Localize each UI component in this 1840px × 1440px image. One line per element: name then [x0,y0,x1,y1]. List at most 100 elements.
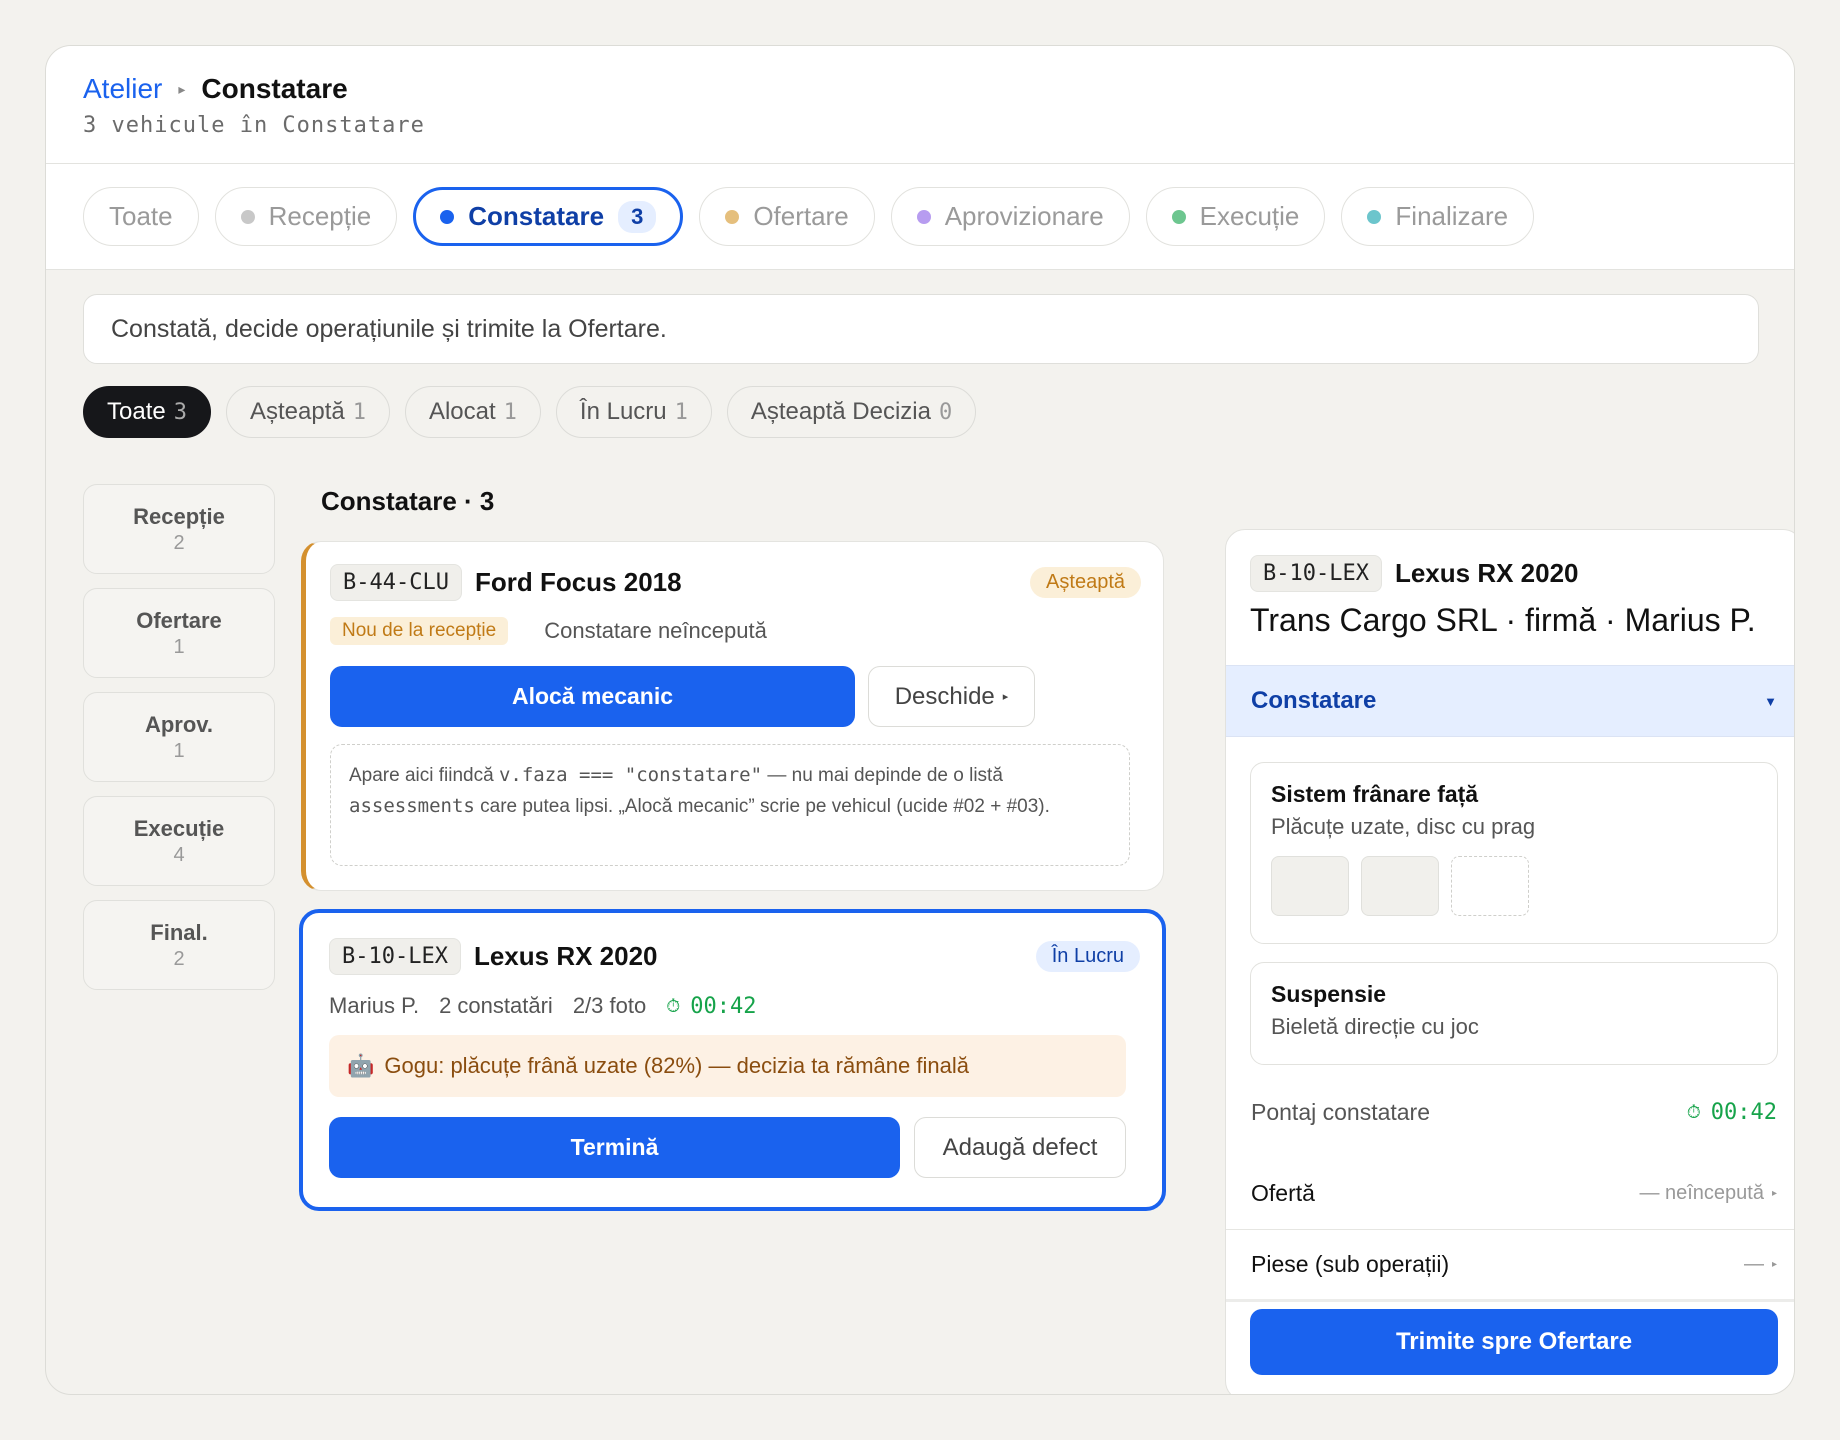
column-title: Constatare · 3 [321,486,495,516]
phase-rail: Recepție 2 Ofertare 1 Aprov. 1 Execuție 4 Fi… [83,484,275,1004]
filter-asteapta-decizia[interactable]: Așteaptă Decizia 0 [726,386,977,438]
filter-count: 1 [352,399,366,425]
ai-suggestion: 🤖 Gogu: plăcuțe frână uzate (82%) — deci… [329,1035,1126,1097]
status-dot-icon [240,209,255,224]
page-subtitle: 3 vehicule în Constatare [83,113,425,138]
tab-receptie[interactable]: Recepție [214,187,398,246]
photo-thumbnail[interactable] [1271,856,1349,916]
note-text: — nu mai depinde de o listă [762,765,1003,786]
rail-item-label: Execuție [133,815,225,841]
photo-strip [1271,856,1757,916]
filter-alocat[interactable]: Alocat 1 [404,386,541,438]
tab-aprovizionare[interactable]: Aprovizionare [890,187,1130,246]
rail-item-aprov[interactable]: Aprov. 1 [83,692,275,782]
rail-item-receptie[interactable]: Recepție 2 [83,484,275,574]
rail-item-label: Ofertare [136,607,222,633]
tab-label: Constatare [468,201,605,231]
parts-value: — [1743,1253,1764,1275]
tab-label: Finalizare [1395,201,1509,231]
rail-item-count: 2 [173,531,185,554]
add-photo-slot[interactable] [1451,856,1529,916]
tab-ofertare[interactable]: Ofertare [699,187,875,246]
offer-label: Ofertă [1251,1180,1315,1206]
rail-item-count: 1 [173,635,185,658]
photo-thumbnail[interactable] [1361,856,1439,916]
ai-suggestion-text: Gogu: plăcuțe frână uzate (82%) — decizi… [384,1053,969,1078]
parts-label: Piese (sub operații) [1251,1251,1450,1277]
filter-label: Așteaptă [249,398,345,425]
filter-count: 0 [938,399,953,425]
rail-item-count: 2 [173,947,185,970]
tab-count-badge: 3 [618,200,657,233]
vehicle-card-selected[interactable]: B-10-LEX Lexus RX 2020 În Lucru Marius P… [299,909,1166,1211]
filter-toate[interactable]: Toate 3 [83,386,211,438]
stopwatch-icon: ⏱ [1686,1101,1701,1122]
filter-label: Alocat [428,398,496,425]
stopwatch-icon: ⏱ [666,995,681,1016]
rail-item-label: Final. [150,919,208,945]
rail-item-final[interactable]: Final. 2 [83,900,275,990]
page-title: Constatare [201,73,348,104]
vehicle-title: Lexus RX 2020 [473,941,658,971]
status-dot-icon [725,209,740,224]
operation-title: Suspensie [1271,981,1387,1007]
status-dot-icon [916,209,931,224]
page-header: Atelier ▸ Constatare 3 vehicule în Const… [46,46,1794,164]
assessment-timer: ⏱ 00:42 [1687,1100,1777,1125]
add-defect-button[interactable]: Adaugă defect [914,1117,1126,1178]
section-toggle-constatare[interactable]: Constatare ▼ [1226,665,1794,737]
client-info: Trans Cargo SRL · firmă · Marius P. [1250,602,1756,638]
operation-description: Bieletă direcție cu joc [1271,1014,1479,1039]
tab-label: Recepție [268,201,372,231]
section-title: Constatare [1251,687,1377,714]
send-to-offer-button[interactable]: Trimite spre Ofertare [1250,1309,1778,1375]
tab-toate[interactable]: Toate [83,187,199,246]
parts-row[interactable]: Piese (sub operații) — ▸ [1226,1230,1794,1302]
assessment-state: Constatare neîncepută [544,618,767,643]
rail-item-ofertare[interactable]: Ofertare 1 [83,588,275,678]
filter-label: Așteaptă Decizia [750,398,931,425]
license-plate: B-10-LEX [329,938,461,975]
tab-constatare[interactable]: Constatare 3 [413,187,684,246]
rail-item-executie[interactable]: Execuție 4 [83,796,275,886]
vehicle-title: Ford Focus 2018 [474,567,682,597]
offer-row[interactable]: Ofertă — neîncepută ▸ [1226,1158,1794,1230]
parts-status: — ▸ [1744,1253,1777,1276]
operation-description: Plăcuțe uzate, disc cu prag [1271,814,1536,839]
filter-count: 1 [503,399,517,425]
tab-finalizare[interactable]: Finalizare [1341,187,1535,246]
chevron-down-icon: ▼ [1764,693,1777,709]
timer-label: Pontaj constatare [1251,1098,1431,1125]
offer-value: — neîncepută [1639,1182,1764,1204]
open-button[interactable]: Deschide ▸ [868,666,1035,727]
filter-asteapta[interactable]: Așteaptă 1 [225,386,390,438]
tab-executie[interactable]: Execuție [1145,187,1326,246]
vehicle-detail-panel: B-10-LEX Lexus RX 2020 Trans Cargo SRL ·… [1225,529,1794,1394]
filter-in-lucru[interactable]: În Lucru 1 [555,386,712,438]
rail-item-label: Aprov. [144,711,214,737]
status-badge: Așteaptă [1030,567,1141,598]
chevron-right-icon: ▸ [1771,1259,1777,1270]
chevron-right-icon: ▸ [1771,1188,1777,1199]
rail-item-label: Recepție [133,503,225,529]
breadcrumb-root-link[interactable]: Atelier [83,73,162,105]
operation-card[interactable]: Suspensie Bieletă direcție cu joc [1250,962,1778,1065]
status-dot-icon [440,209,455,224]
phase-tabs: Toate Recepție Constatare 3 Ofertare Apro… [46,164,1794,270]
photo-count: 2/3 foto [572,993,647,1018]
explanation-note: Apare aici fiindcă v.faza === "constatar… [330,744,1130,866]
open-button-label: Deschide [894,682,995,710]
vehicle-title: Lexus RX 2020 [1394,558,1579,588]
tab-label: Toate [109,201,173,231]
assessment-timer: ⏱ 00:42 [666,994,756,1019]
operation-card[interactable]: Sistem frânare față Plăcuțe uzate, disc … [1250,762,1778,944]
license-plate: B-44-CLU [330,564,462,601]
assign-mechanic-button[interactable]: Alocă mecanic [330,666,855,727]
vehicle-card[interactable]: B-44-CLU Ford Focus 2018 Așteaptă Nou de… [301,541,1164,891]
tab-label: Execuție [1199,201,1300,231]
license-plate: B-10-LEX [1250,555,1382,592]
note-text: Apare aici fiindcă [349,765,499,786]
finish-button[interactable]: Termină [329,1117,900,1178]
status-filters: Toate 3 Așteaptă 1 Alocat 1 În Lucru 1 Aștea… [83,386,977,438]
mechanic-name: Marius P. [329,993,420,1018]
